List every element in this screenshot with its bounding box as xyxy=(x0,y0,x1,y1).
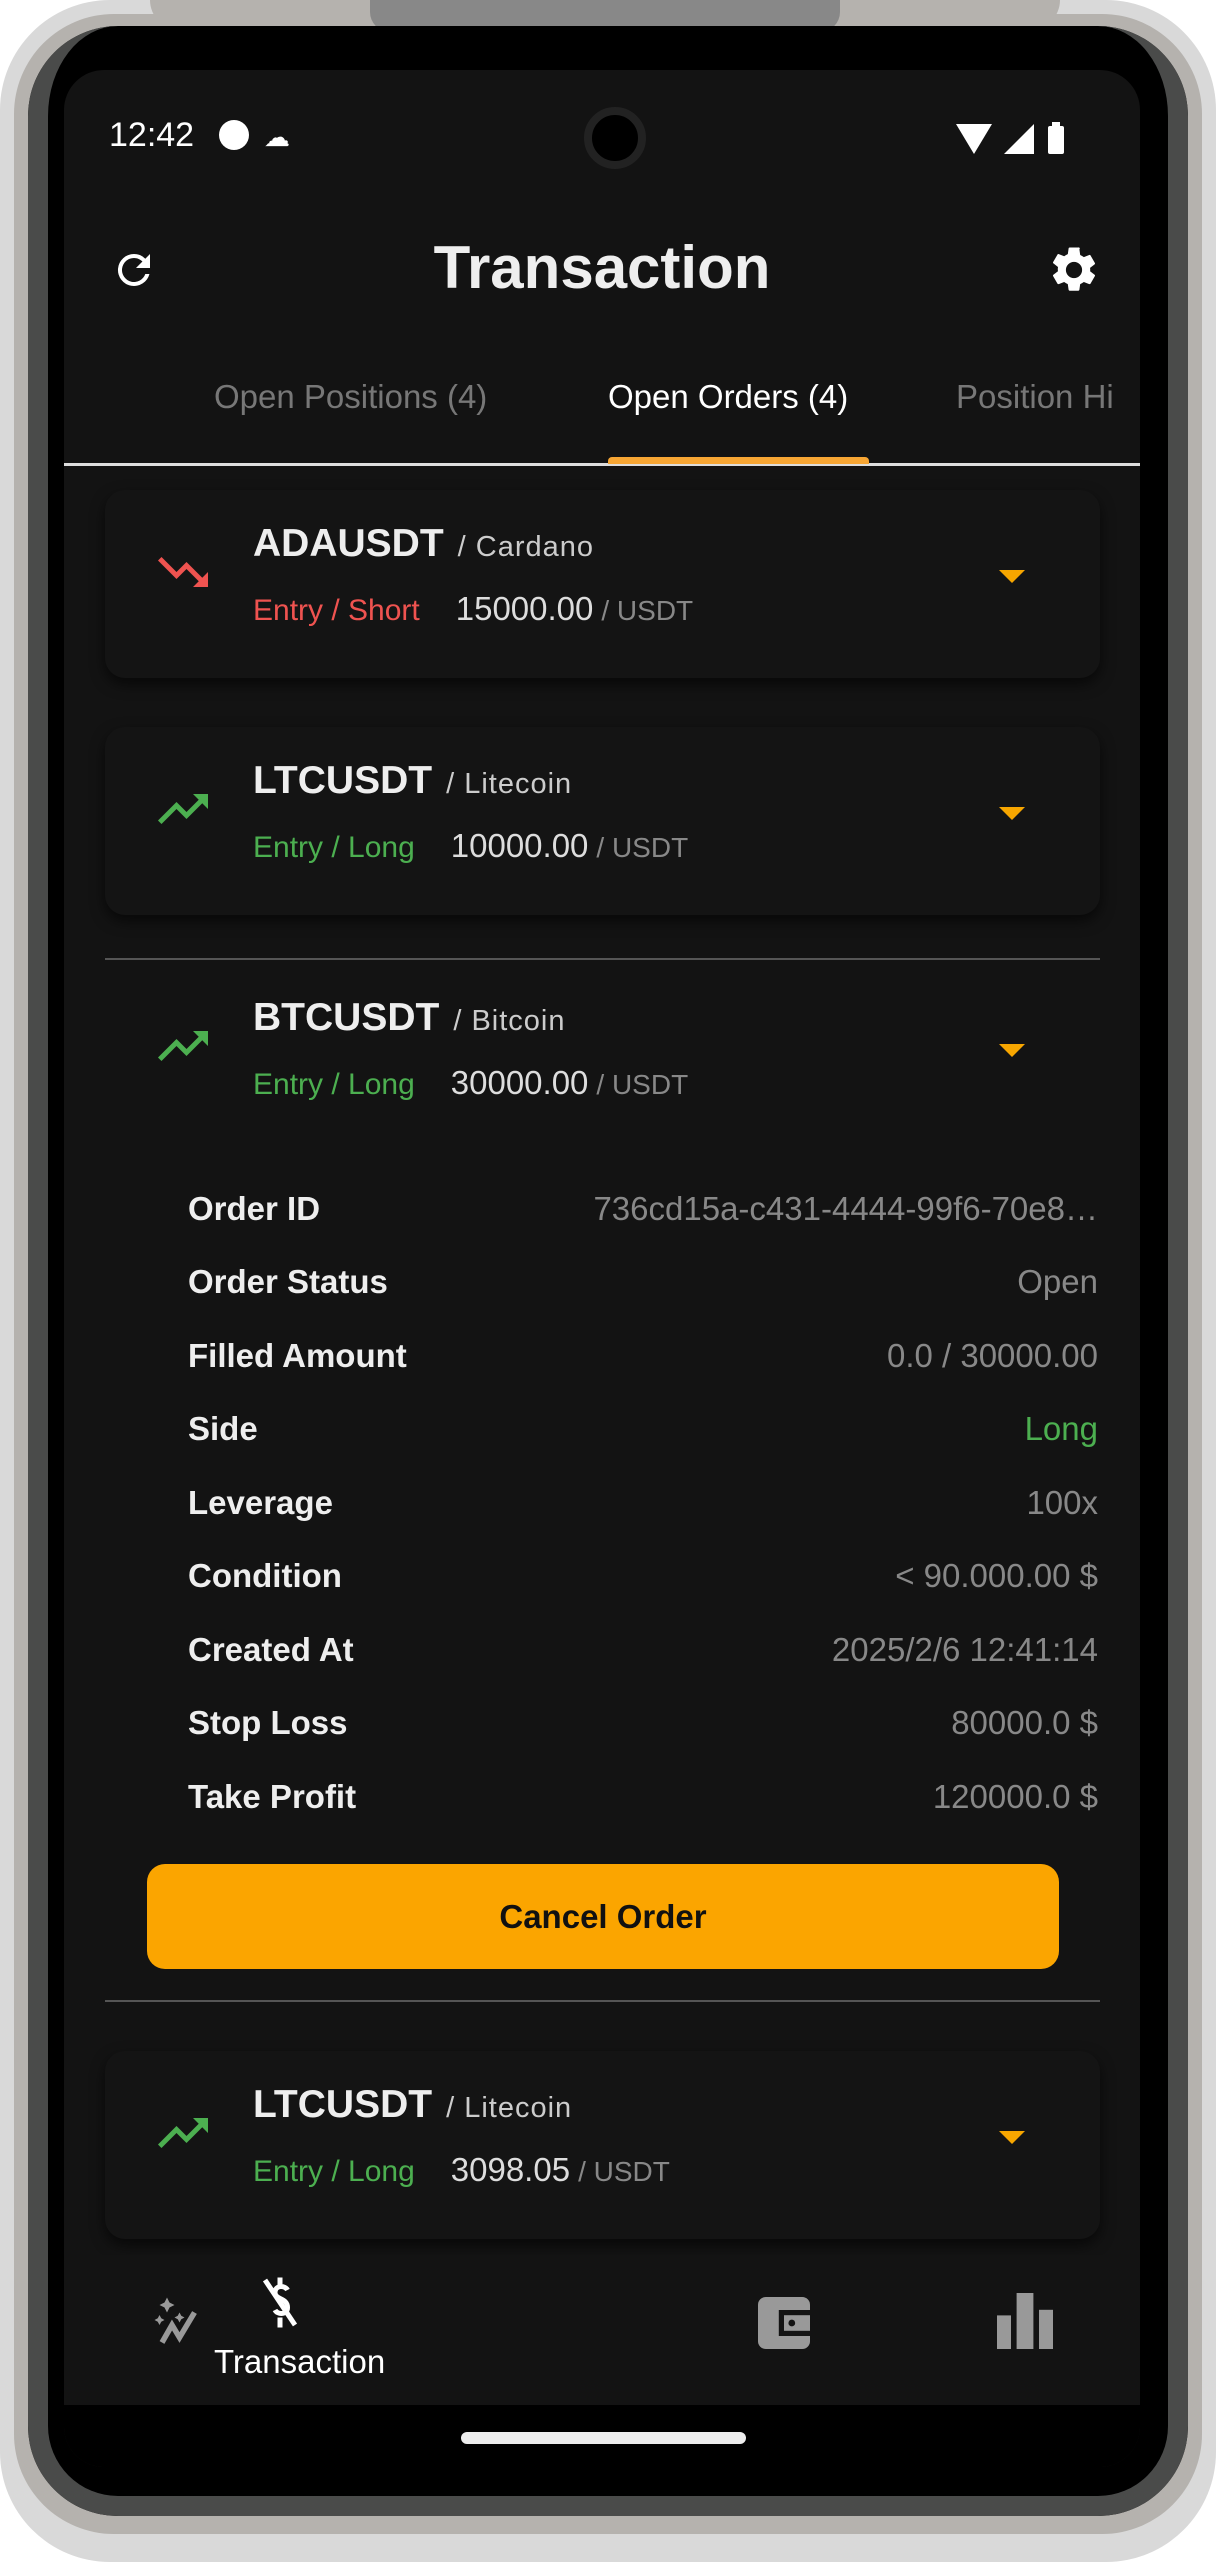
bottom-nav: Transaction xyxy=(64,2255,1140,2405)
cloud-icon: ☁ xyxy=(264,122,290,152)
detail-condition: Condition < 90.000.00 $ xyxy=(188,1557,1098,1594)
order-card[interactable]: ADAUSDT / Cardano Entry / Short 15000.00/ … xyxy=(105,490,1100,678)
nav-chart-icon[interactable] xyxy=(997,2293,1053,2349)
trending-up-icon xyxy=(158,2118,208,2148)
order-card[interactable]: LTCUSDT / Litecoin Entry / Long 10000.00/ … xyxy=(105,727,1100,915)
divider xyxy=(105,958,1100,960)
home-indicator[interactable] xyxy=(461,2432,746,2444)
cancel-order-button[interactable]: Cancel Order xyxy=(147,1864,1059,1969)
order-symbol: ADAUSDT / Cardano xyxy=(253,522,595,565)
detail-order-id: Order ID 736cd15a-c431-4444-99f6-70e8… xyxy=(188,1190,1098,1227)
page-title: Transaction xyxy=(433,234,771,301)
order-symbol: BTCUSDT / Bitcoin xyxy=(253,996,566,1039)
detail-stop-loss: Stop Loss 80000.0 $ xyxy=(188,1704,1098,1741)
nav-label-transaction: Transaction xyxy=(214,2343,386,2380)
trending-up-icon xyxy=(158,1031,208,1061)
trending-down-icon xyxy=(158,557,208,587)
screen: 12:42 ☁ Transaction Open Positions (4) O… xyxy=(64,70,1140,2467)
nav-insights-icon[interactable] xyxy=(152,2295,212,2345)
detail-filled-amount: Filled Amount 0.0 / 30000.00 xyxy=(188,1337,1098,1374)
order-card-header[interactable]: BTCUSDT / Bitcoin Entry / Long 30000.00/ U… xyxy=(105,964,1100,1152)
gear-icon[interactable] xyxy=(1047,243,1101,297)
tab-open-orders[interactable]: Open Orders (4) xyxy=(608,378,848,416)
chevron-down-icon[interactable] xyxy=(999,570,1025,583)
camera-icon xyxy=(584,107,646,169)
order-subtitle: Entry / Long 30000.00/ USDT xyxy=(253,1064,689,1101)
notification-icon xyxy=(219,120,249,150)
chevron-down-icon[interactable] xyxy=(999,2131,1025,2144)
nav-item-transaction[interactable]: Transaction xyxy=(214,2265,386,2405)
tab-position-history[interactable]: Position Hi xyxy=(956,378,1114,416)
divider xyxy=(105,2000,1100,2002)
nav-transaction-icon xyxy=(262,2277,298,2328)
order-symbol: LTCUSDT / Litecoin xyxy=(253,2083,573,2126)
trending-up-icon xyxy=(158,794,208,824)
detail-created-at: Created At 2025/2/6 12:41:14 xyxy=(188,1631,1098,1668)
chevron-down-icon[interactable] xyxy=(999,1044,1025,1057)
order-subtitle: Entry / Short 15000.00/ USDT xyxy=(253,590,694,627)
order-card-expanded: BTCUSDT / Bitcoin Entry / Long 30000.00/ U… xyxy=(105,964,1100,1998)
order-card[interactable]: LTCUSDT / Litecoin Entry / Long 3098.05/ U… xyxy=(105,2051,1100,2239)
status-time: 12:42 xyxy=(109,116,195,154)
tab-indicator xyxy=(608,457,869,464)
detail-leverage: Leverage 100x xyxy=(188,1484,1098,1521)
detail-side: Side Long xyxy=(188,1410,1098,1447)
detail-order-status: Order Status Open xyxy=(188,1263,1098,1300)
nav-wallet-icon[interactable] xyxy=(758,2297,810,2349)
order-symbol: LTCUSDT / Litecoin xyxy=(253,759,573,802)
order-subtitle: Entry / Long 3098.05/ USDT xyxy=(253,2151,670,2188)
order-subtitle: Entry / Long 10000.00/ USDT xyxy=(253,827,689,864)
tab-open-positions[interactable]: Open Positions (4) xyxy=(214,378,487,416)
tab-divider xyxy=(64,463,1140,466)
wifi-signal-battery-icons xyxy=(956,122,1064,154)
detail-take-profit: Take Profit 120000.0 $ xyxy=(188,1778,1098,1815)
chevron-down-icon[interactable] xyxy=(999,807,1025,820)
